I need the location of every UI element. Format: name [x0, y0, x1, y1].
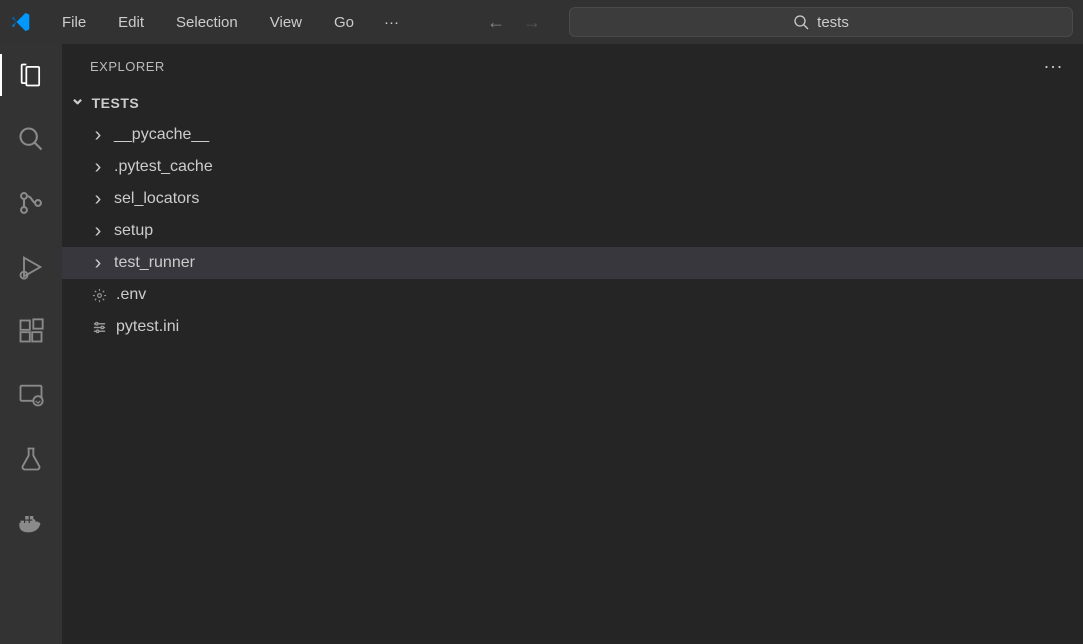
folder-pycache[interactable]: __pycache__: [62, 119, 1083, 151]
activity-source-control-icon[interactable]: [16, 188, 46, 218]
menu-edit[interactable]: Edit: [106, 10, 156, 35]
folder-setup[interactable]: setup: [62, 215, 1083, 247]
tree-item-label: setup: [114, 222, 153, 240]
sidebar-more-actions-icon[interactable]: ···: [1044, 56, 1063, 77]
gear-icon: [90, 288, 108, 303]
sidebar-header: EXPLORER ···: [62, 44, 1083, 88]
activity-run-debug-icon[interactable]: [16, 252, 46, 282]
file-tree: __pycache__ .pytest_cache sel_locators s…: [62, 117, 1083, 343]
nav-forward-icon[interactable]: →: [523, 12, 541, 33]
explorer-root-folder[interactable]: TESTS: [62, 88, 1083, 117]
activity-testing-icon[interactable]: [16, 444, 46, 474]
activity-search-icon[interactable]: [16, 124, 46, 154]
chevron-right-icon: [90, 188, 106, 211]
folder-pytest-cache[interactable]: .pytest_cache: [62, 151, 1083, 183]
menu-view[interactable]: View: [258, 10, 314, 35]
nav-arrows: ← →: [487, 12, 541, 33]
settings-lines-icon: [90, 320, 108, 335]
vscode-logo-icon: [10, 11, 32, 33]
activity-remote-icon[interactable]: [16, 380, 46, 410]
tree-item-label: pytest.ini: [116, 318, 179, 336]
root-folder-label: TESTS: [92, 95, 140, 111]
folder-sel-locators[interactable]: sel_locators: [62, 183, 1083, 215]
command-center-search[interactable]: tests: [569, 7, 1073, 37]
file-pytest-ini[interactable]: pytest.ini: [62, 311, 1083, 343]
activity-extensions-icon[interactable]: [16, 316, 46, 346]
activity-docker-icon[interactable]: [16, 508, 46, 538]
menu-file[interactable]: File: [50, 10, 98, 35]
tree-item-label: .env: [116, 286, 146, 304]
activity-explorer-icon[interactable]: [16, 60, 46, 90]
sidebar-explorer: EXPLORER ··· TESTS __pycache__ .pytest_c…: [62, 44, 1083, 644]
menu-go[interactable]: Go: [322, 10, 366, 35]
search-value: tests: [817, 14, 849, 31]
nav-back-icon[interactable]: ←: [487, 12, 505, 33]
file-env[interactable]: .env: [62, 279, 1083, 311]
titlebar: File Edit Selection View Go ··· ← → test…: [0, 0, 1083, 44]
folder-test-runner[interactable]: test_runner: [62, 247, 1083, 279]
chevron-right-icon: [90, 220, 106, 243]
menu-overflow-icon[interactable]: ···: [374, 10, 409, 35]
menu-selection[interactable]: Selection: [164, 10, 250, 35]
chevron-right-icon: [90, 156, 106, 179]
tree-item-label: test_runner: [114, 254, 195, 272]
tree-item-label: __pycache__: [114, 126, 209, 144]
chevron-right-icon: [90, 124, 106, 147]
chevron-down-icon: [70, 92, 86, 113]
tree-item-label: sel_locators: [114, 190, 199, 208]
sidebar-title: EXPLORER: [90, 59, 165, 74]
tree-item-label: .pytest_cache: [114, 158, 213, 176]
search-icon: [793, 14, 809, 30]
activity-bar: [0, 44, 62, 644]
chevron-right-icon: [90, 252, 106, 275]
